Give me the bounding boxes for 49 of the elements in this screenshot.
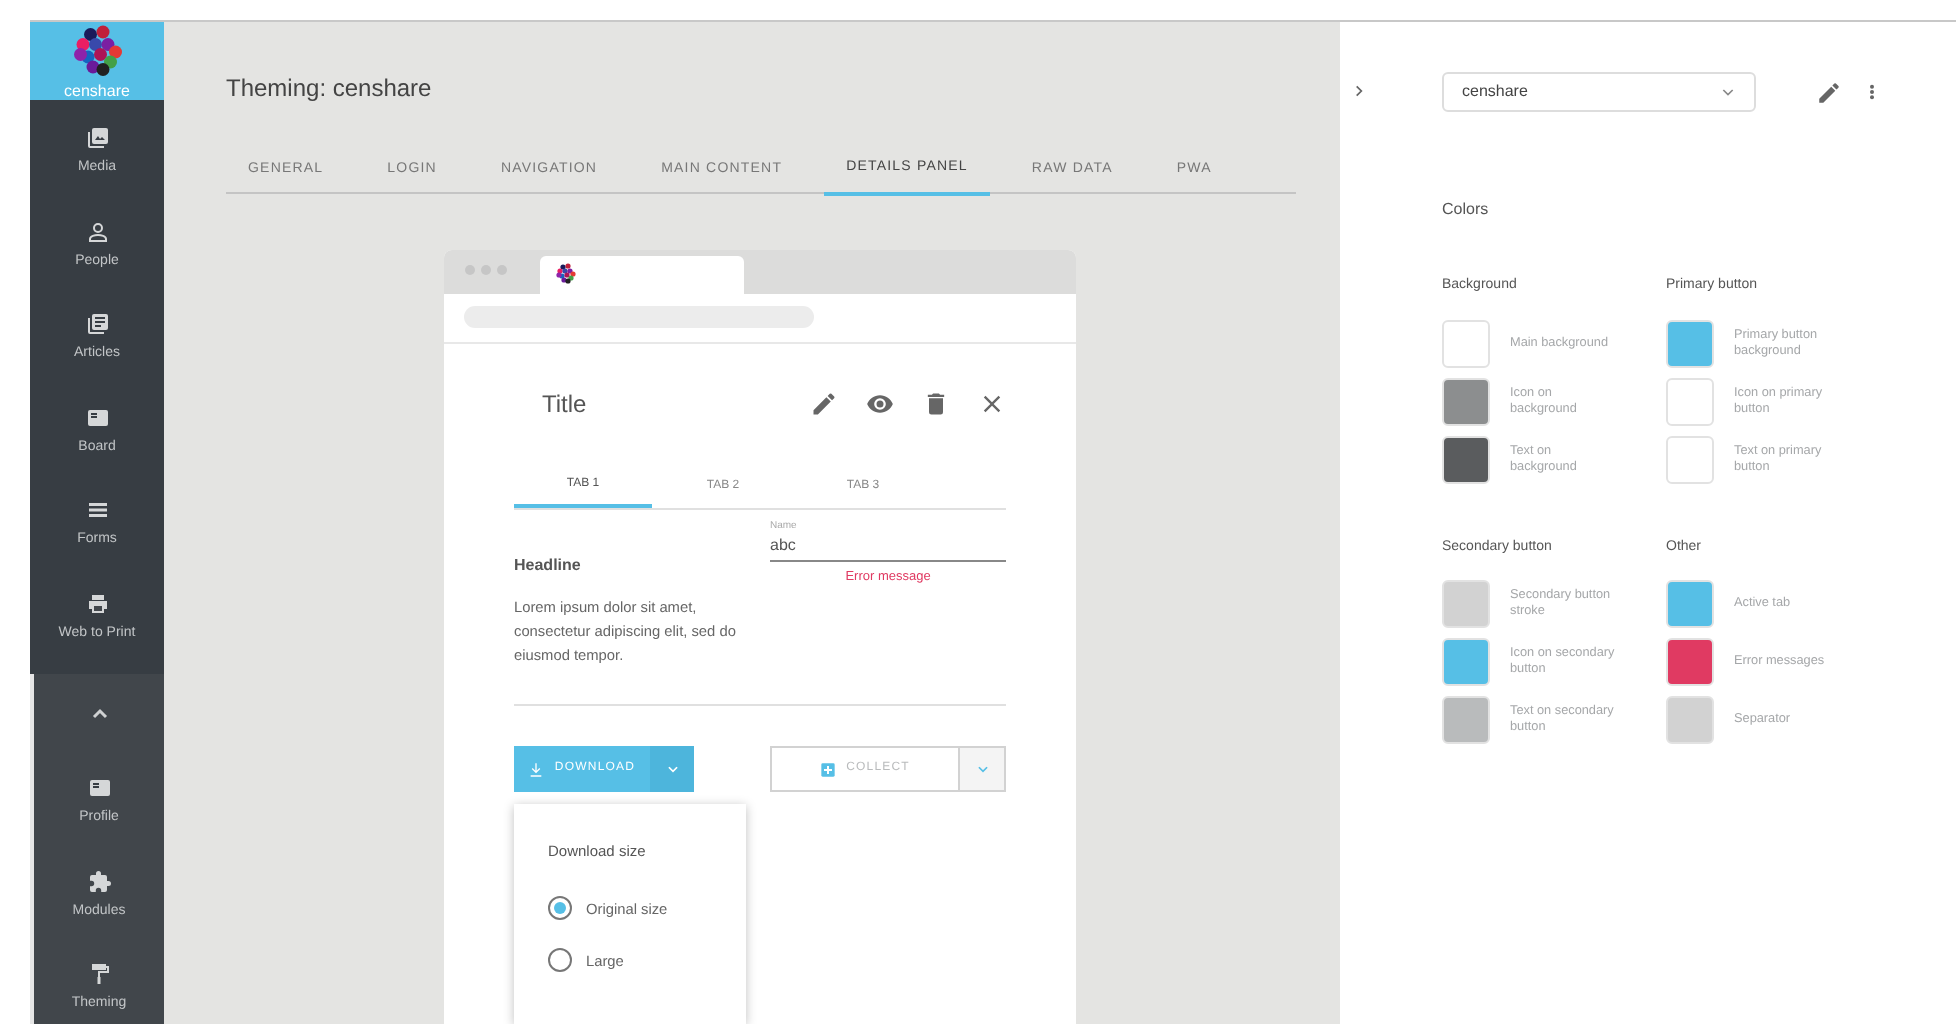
edit-button[interactable] <box>1814 78 1842 106</box>
color-swatch[interactable] <box>1666 580 1714 628</box>
color-swatch[interactable] <box>1442 638 1490 686</box>
trash-icon <box>922 390 950 418</box>
color-swatch[interactable] <box>1666 319 1714 367</box>
close-button[interactable] <box>978 390 1006 418</box>
chevron-right-icon <box>1351 83 1365 97</box>
section-heading: Colors <box>1442 198 1491 222</box>
color-swatch[interactable] <box>1442 319 1490 367</box>
printer-icon <box>85 591 109 616</box>
trash-button[interactable] <box>922 390 950 418</box>
browser-tab[interactable] <box>540 255 744 294</box>
headline: Headline <box>514 554 583 578</box>
chevron-down-icon <box>975 762 989 776</box>
color-swatch[interactable] <box>1666 696 1714 744</box>
color-swatch[interactable] <box>1666 377 1714 425</box>
color-swatch[interactable] <box>1666 638 1714 686</box>
color-swatch[interactable] <box>1442 435 1490 483</box>
person-icon <box>85 219 109 244</box>
edit-button[interactable] <box>810 390 838 418</box>
chevron-down-icon <box>665 762 679 776</box>
color-swatch[interactable] <box>1442 580 1490 628</box>
close-icon <box>978 390 1006 418</box>
panel-title: Title <box>542 388 589 422</box>
plus-square-icon <box>820 761 837 777</box>
eye-icon <box>866 390 894 418</box>
radio-button[interactable] <box>548 896 572 921</box>
dropdown-button[interactable] <box>958 748 1004 790</box>
download-icon <box>528 761 545 777</box>
card-icon <box>85 405 109 430</box>
color-swatch[interactable] <box>1442 377 1490 425</box>
edit-icon <box>810 390 838 418</box>
radio-button[interactable] <box>548 948 572 973</box>
list-icon <box>85 498 109 523</box>
logo-text: censhare <box>64 84 130 100</box>
card-icon <box>87 776 111 801</box>
chevron-down-icon <box>1720 84 1736 100</box>
kebab-menu-icon <box>1864 80 1880 104</box>
paint-roller-icon <box>87 962 111 987</box>
color-swatch[interactable] <box>1442 696 1490 744</box>
eye-button[interactable] <box>866 390 894 418</box>
page-title: Theming: censhare <box>226 76 434 100</box>
image-stack-icon <box>85 126 109 151</box>
document-stack-icon <box>85 312 109 337</box>
logo-icon <box>554 262 578 287</box>
color-swatch[interactable] <box>1666 435 1714 483</box>
edit-icon <box>1815 79 1841 105</box>
theme-select[interactable]: censhare <box>1442 72 1756 112</box>
puzzle-icon <box>87 869 111 894</box>
